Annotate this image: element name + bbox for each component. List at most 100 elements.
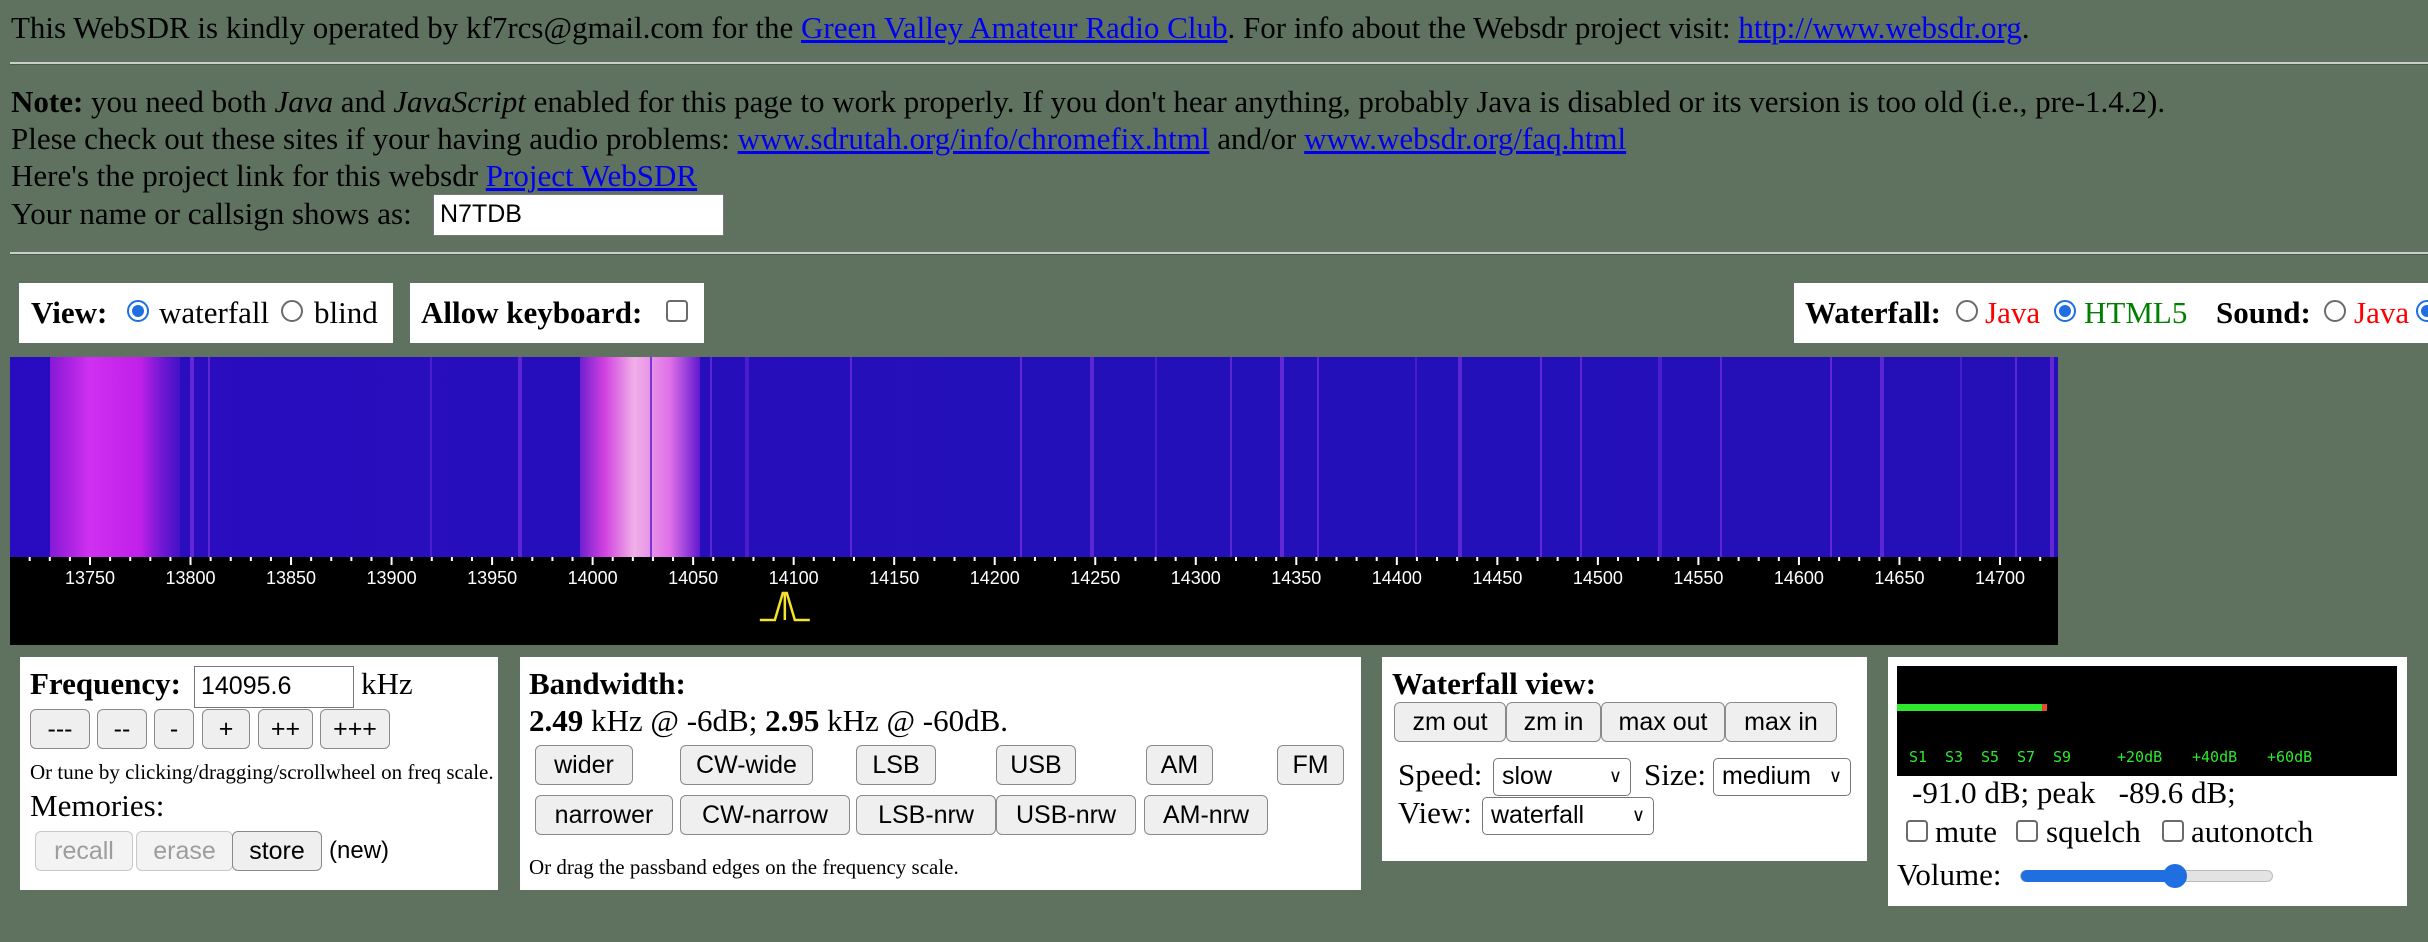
erase-button[interactable]: erase [136,831,233,871]
waterfall-area[interactable]: 13750 13800 13850 13900 13950 14000 14050 14100… [10,357,2058,645]
scale-tick [2039,557,2042,561]
waterfall-trace [518,357,522,557]
divider-bottom [10,252,2428,255]
scale-tick [651,557,654,561]
size-select[interactable]: medium ∨ [1713,758,1851,796]
callsign-input[interactable]: N7TDB [433,194,724,236]
scale-tick [1013,557,1016,561]
waterfall-trace [745,357,749,557]
scale-tick [1496,557,1499,565]
scale-label: 13900 [367,568,417,588]
narrower-button[interactable]: narrower [535,795,673,835]
waterfall-trace [1880,357,1884,557]
scale-tick [1697,557,1700,565]
scale-tick [149,557,152,561]
audio-help-line: Plese check out these sites if your havi… [11,120,1626,157]
scale-tick [1797,557,1800,565]
scale-tick [470,557,473,561]
sound-html5-radio[interactable] [2416,300,2428,322]
scale-tick [28,557,31,561]
scale-tick [68,557,71,561]
scale-tick [1637,557,1640,561]
scale-label: 14200 [970,568,1020,588]
scale-tick [1033,557,1036,561]
scale-label: 14700 [1975,568,2025,588]
cw-narrow-button[interactable]: CW-narrow [680,795,850,835]
scale-tick [1556,557,1559,561]
club-link[interactable]: Green Valley Amateur Radio Club [801,10,1227,45]
wf-view-select[interactable]: waterfall ∨ [1482,797,1654,835]
step-up-1-button[interactable]: + [202,709,250,749]
step-down-1-button[interactable]: - [154,709,194,749]
waterfall-html5-radio[interactable] [2054,300,2076,322]
scale-label: 13950 [467,568,517,588]
scale-tick [1536,557,1539,561]
recall-button[interactable]: recall [35,831,133,871]
step-up-2-button[interactable]: ++ [258,709,313,749]
fm-button[interactable]: FM [1277,745,1344,785]
bandwidth-60db-value: 2.95 [765,703,820,738]
waterfall-trace [1960,357,1962,557]
store-button[interactable]: store [232,831,322,871]
scale-tick [1878,557,1881,561]
waterfall-trace [190,357,194,557]
engine-box: Waterfall: Java HTML5 Sound: Java [1794,283,2428,343]
scale-tick [1978,557,1981,561]
autonotch-checkbox[interactable] [2162,820,2184,842]
cw-wide-button[interactable]: CW-wide [680,745,813,785]
frequency-input[interactable]: 14095.6 [194,666,354,708]
scale-label: 14000 [568,568,618,588]
frequency-unit: kHz [361,666,413,701]
keyboard-checkbox[interactable] [666,300,688,322]
usb-button[interactable]: USB [996,745,1076,785]
squelch-checkbox[interactable] [2016,820,2038,842]
s-meter-label: S5 [1981,748,1999,766]
waterfall-trace [850,357,852,557]
volume-slider[interactable] [2020,864,2273,888]
bandwidth-label: Bandwidth: [529,666,686,701]
zoom-in-button[interactable]: zm in [1506,702,1601,742]
am-button[interactable]: AM [1146,745,1213,785]
view-blind-radio[interactable] [281,300,303,322]
faq-link[interactable]: www.websdr.org/faq.html [1304,121,1626,156]
step-up-3-button[interactable]: +++ [320,709,390,749]
step-down-2-button[interactable]: -- [97,709,147,749]
scale-tick [1114,557,1117,561]
scale-tick [953,557,956,561]
scale-tick [1154,557,1157,561]
waterfall-trace [1280,357,1284,557]
scale-label: 14250 [1070,568,1120,588]
scale-tick [1094,557,1097,565]
scale-tick [390,557,393,565]
scale-tick [1918,557,1921,561]
scale-tick [169,557,172,561]
mute-checkbox[interactable] [1906,820,1928,842]
scale-tick [1436,557,1439,561]
speed-select[interactable]: slow ∨ [1493,758,1631,796]
scale-tick [832,557,835,561]
scale-label: 14450 [1472,568,1522,588]
lsb-button[interactable]: LSB [856,745,936,785]
note-java: Java [274,84,333,119]
step-down-3-button[interactable]: --- [30,709,90,749]
scale-tick [1818,557,1821,561]
scale-tick [611,557,614,561]
project-link[interactable]: Project WebSDR [486,158,697,193]
sound-java-radio[interactable] [2324,300,2346,322]
max-out-button[interactable]: max out [1601,702,1725,742]
scale-tick [1295,557,1298,565]
frequency-scale[interactable] [10,557,2058,645]
intro-text-2: . For info about the Websdr project visi… [1227,10,1739,45]
zoom-out-button[interactable]: zm out [1394,702,1506,742]
websdr-link[interactable]: http://www.websdr.org [1738,10,2021,45]
lsb-narrow-button[interactable]: LSB-nrw [856,795,996,835]
view-waterfall-radio[interactable] [127,300,149,322]
max-in-button[interactable]: max in [1725,702,1837,742]
chromefix-link[interactable]: www.sdrutah.org/info/chromefix.html [738,121,1210,156]
am-narrow-button[interactable]: AM-nrw [1144,795,1268,835]
wider-button[interactable]: wider [535,745,633,785]
volume-thumb[interactable] [2162,864,2187,888]
waterfall-java-radio[interactable] [1956,300,1978,322]
usb-narrow-button[interactable]: USB-nrw [996,795,1136,835]
waterfall-trace [1540,357,1542,557]
